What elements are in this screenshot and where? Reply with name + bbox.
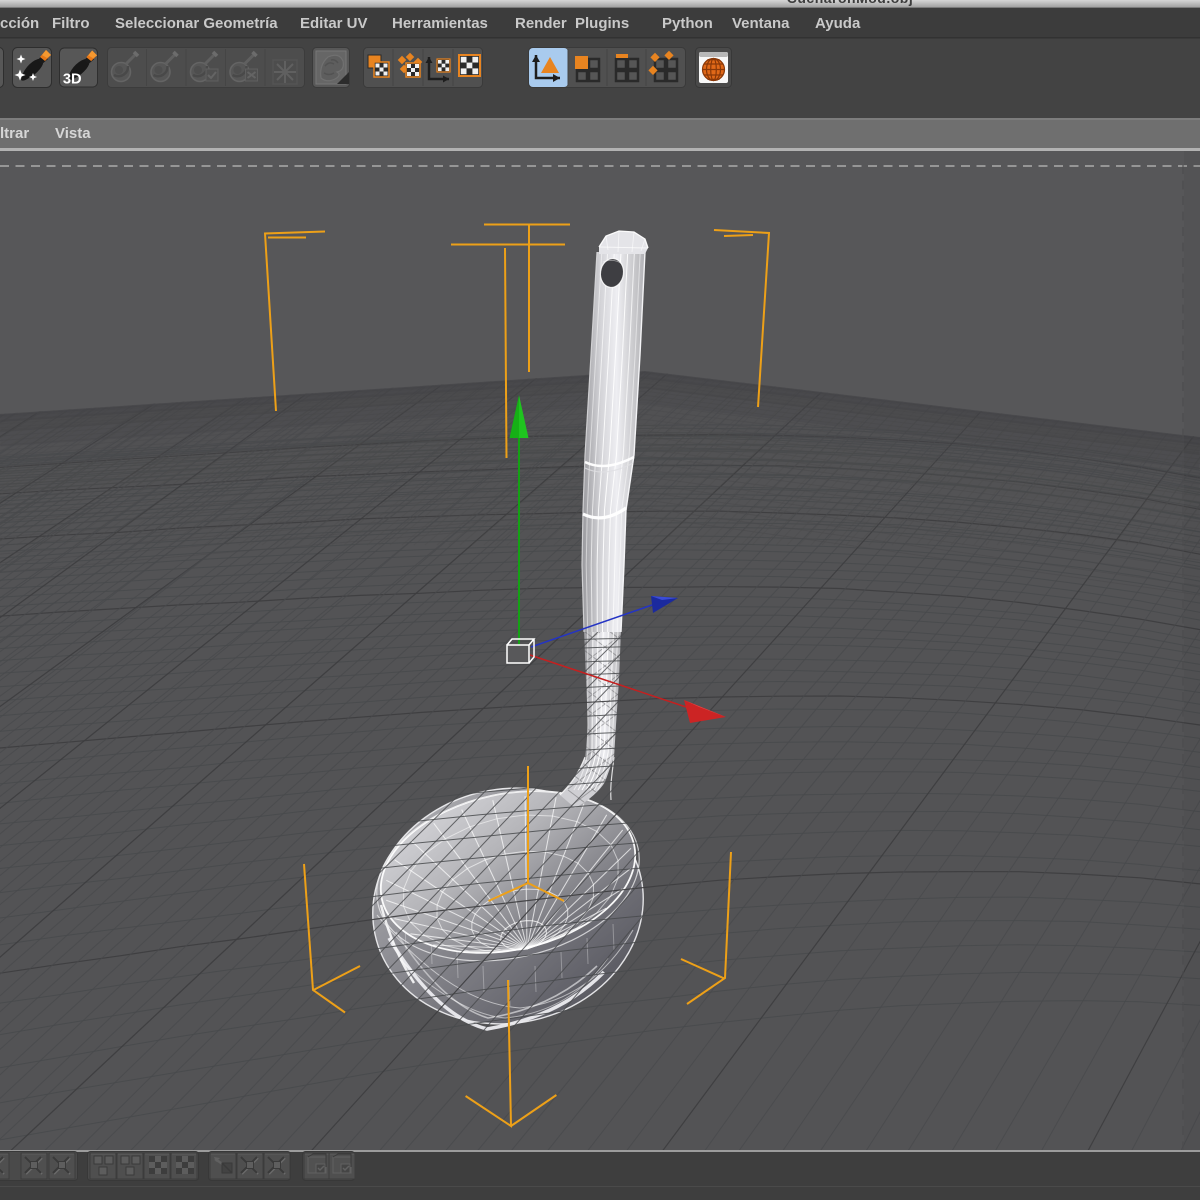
svg-text:3D: 3D xyxy=(63,72,82,88)
